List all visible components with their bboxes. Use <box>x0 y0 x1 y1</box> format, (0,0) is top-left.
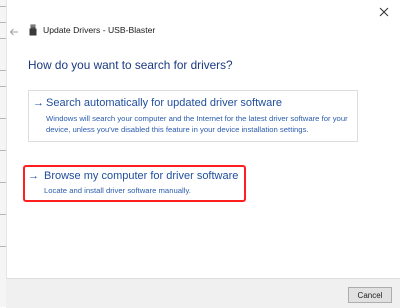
usb-device-icon <box>29 24 37 36</box>
window-title: Update Drivers - USB-Blaster <box>43 25 156 35</box>
close-icon <box>379 7 389 17</box>
back-button[interactable] <box>6 25 22 39</box>
arrow-right-icon: → <box>28 170 39 182</box>
cancel-button[interactable]: Cancel <box>348 287 392 303</box>
arrow-right-icon: → <box>33 97 44 109</box>
option-title: Browse my computer for driver software <box>44 170 239 182</box>
option-description: Locate and install driver software manua… <box>44 186 191 195</box>
dialog-footer: Cancel <box>6 278 400 308</box>
search-automatically-option[interactable]: → Search automatically for updated drive… <box>28 90 358 142</box>
option-description: Windows will search your computer and th… <box>46 114 348 134</box>
close-button[interactable] <box>374 2 394 22</box>
back-arrow-icon <box>9 28 18 36</box>
background-window-edge <box>0 0 7 307</box>
option-title: Search automatically for updated driver … <box>46 97 283 109</box>
browse-computer-option[interactable]: → Browse my computer for driver software… <box>23 165 246 202</box>
page-heading: How do you want to search for drivers? <box>28 58 233 72</box>
